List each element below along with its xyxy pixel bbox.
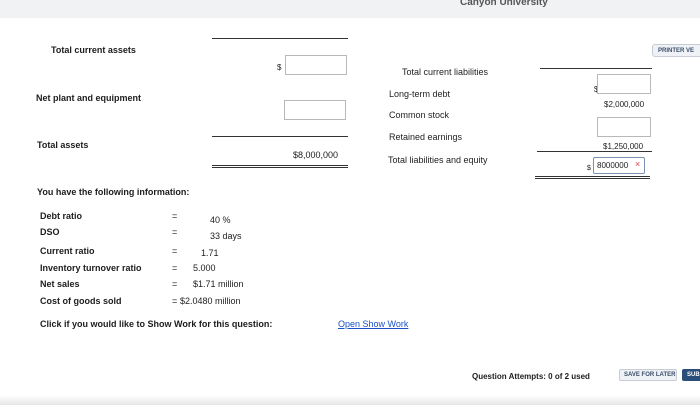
top-rule-right xyxy=(540,68,652,69)
info-intro: You have the following information: xyxy=(37,187,190,197)
info-value-current-ratio: 1.71 xyxy=(201,248,219,258)
common-stock-label: Common stock xyxy=(389,110,450,120)
total-double-rule-left xyxy=(212,165,348,168)
info-label-dso: DSO xyxy=(40,227,60,237)
info-eq: = xyxy=(172,227,178,237)
total-double-rule-right xyxy=(535,176,650,179)
retained-earnings-value: $1,250,000 xyxy=(603,142,644,151)
total-current-assets-input[interactable] xyxy=(285,55,347,75)
info-label-current-ratio: Current ratio xyxy=(40,246,95,256)
total-current-liabilities-input[interactable] xyxy=(597,74,651,94)
info-value-debt-ratio: 40 % xyxy=(210,215,231,225)
long-term-debt-value: $2,000,000 xyxy=(604,100,645,109)
info-value-inventory-turnover: 5.000 xyxy=(193,263,216,273)
total-current-liabilities-label: Total current liabilities xyxy=(402,67,489,77)
info-eq: = xyxy=(172,211,178,221)
subtotal-rule-right xyxy=(537,151,652,152)
university-title: Canyon University xyxy=(460,0,548,8)
info-eq: = xyxy=(172,279,178,289)
show-work-prompt: Click if you would like to Show Work for… xyxy=(40,319,273,329)
retained-earnings-label: Retained earnings xyxy=(389,132,463,142)
info-label-net-sales: Net sales xyxy=(40,279,80,289)
info-eq: = xyxy=(172,246,178,256)
long-term-debt-label: Long-term debt xyxy=(389,89,451,99)
total-current-assets-label: Total current assets xyxy=(51,45,136,55)
info-label-inventory-turnover: Inventory turnover ratio xyxy=(40,263,142,273)
save-for-later-button[interactable]: SAVE FOR LATER xyxy=(619,369,677,381)
printer-version-button[interactable]: PRINTER VE xyxy=(652,44,700,57)
info-eq: = xyxy=(172,296,178,306)
net-plant-input[interactable] xyxy=(284,100,346,120)
total-assets-value: $8,000,000 xyxy=(293,150,339,160)
info-value-cogs: $2.0480 million xyxy=(180,296,241,306)
net-plant-label: Net plant and equipment xyxy=(36,93,142,103)
info-label-cogs: Cost of goods sold xyxy=(40,296,122,306)
top-header-bar xyxy=(0,0,700,18)
currency-symbol: $ xyxy=(277,63,282,72)
question-attempts: Question Attempts: 0 of 2 used xyxy=(472,372,590,381)
info-label-debt-ratio: Debt ratio xyxy=(40,211,83,221)
top-rule-left xyxy=(212,38,348,39)
info-value-net-sales: $1.71 million xyxy=(193,279,244,289)
subtotal-rule-left xyxy=(212,136,348,137)
info-eq: = xyxy=(172,263,178,273)
submit-button[interactable]: SUB xyxy=(682,369,700,381)
bottom-edge xyxy=(0,395,700,405)
open-show-work-link[interactable]: Open Show Work xyxy=(338,319,408,329)
total-assets-label: Total assets xyxy=(37,140,89,150)
incorrect-x-icon: × xyxy=(635,159,641,169)
common-stock-input[interactable] xyxy=(597,117,651,137)
total-liabilities-equity-label: Total liabilities and equity xyxy=(388,155,488,165)
info-value-dso: 33 days xyxy=(210,231,242,241)
currency-symbol: $ xyxy=(587,165,591,172)
